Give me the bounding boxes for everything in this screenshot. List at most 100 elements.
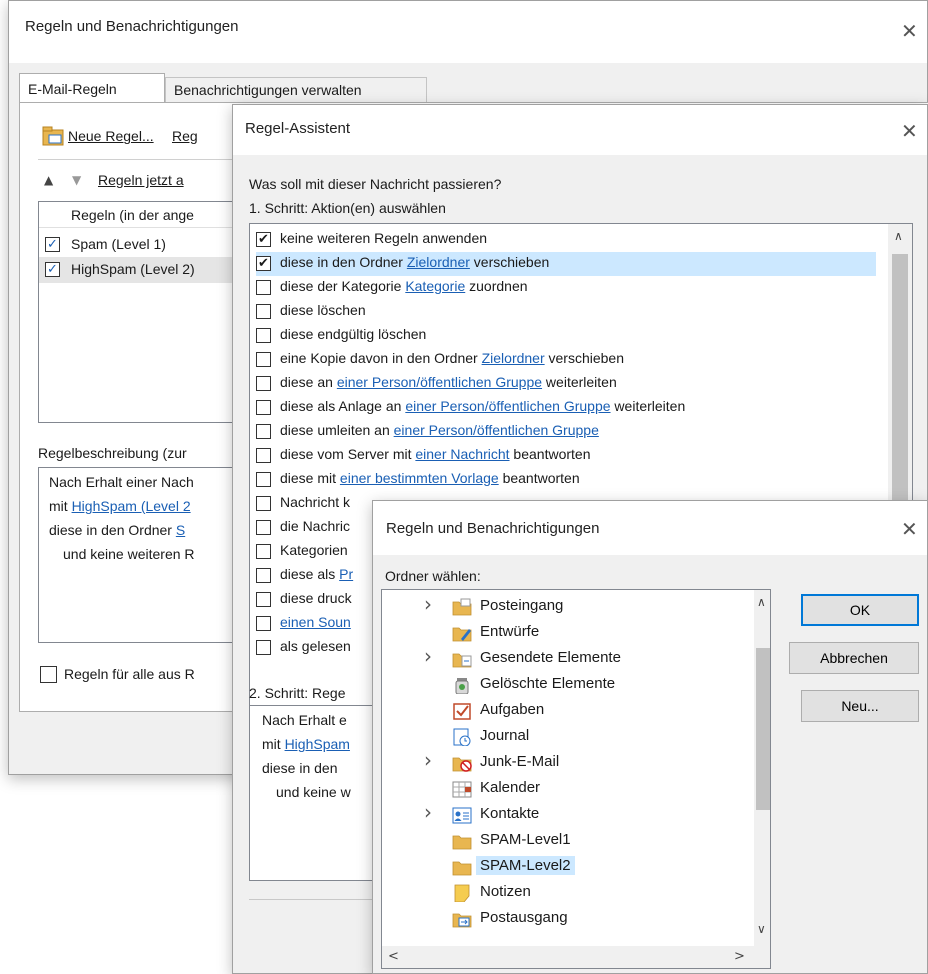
- scroll-up-icon[interactable]: ∧: [757, 595, 766, 609]
- tab-email-rules[interactable]: E-Mail-Regeln: [19, 73, 165, 103]
- folder-name: Posteingang: [480, 597, 564, 614]
- folder-item[interactable]: Entwürfe: [382, 620, 754, 646]
- action-value-link[interactable]: einer Nachricht: [415, 446, 509, 462]
- action-checkbox[interactable]: [256, 352, 271, 367]
- close-icon[interactable]: ✕: [901, 517, 918, 541]
- action-label: einen Soun: [280, 614, 351, 630]
- expand-chevron-icon[interactable]: ›: [424, 800, 432, 824]
- wizard-titlebar: Regel-Assistent ✕: [233, 105, 927, 155]
- action-item[interactable]: diese als Anlage an einer Person/öffentl…: [256, 396, 876, 420]
- folder-item[interactable]: Kalender: [382, 776, 754, 802]
- action-checkbox[interactable]: ✔: [256, 232, 271, 247]
- wizard-title: Regel-Assistent: [245, 120, 351, 137]
- change-rule-button[interactable]: Reg: [172, 128, 198, 144]
- ok-button[interactable]: OK: [801, 594, 919, 626]
- action-value-link[interactable]: einer bestimmten Vorlage: [340, 470, 499, 486]
- action-checkbox[interactable]: [256, 472, 271, 487]
- folder-item[interactable]: Notizen: [382, 880, 754, 906]
- action-value-link[interactable]: einer Person/öffentlichen Gruppe: [394, 422, 599, 438]
- folder-tree-hscrollbar[interactable]: < >: [382, 946, 770, 968]
- calendar-icon: [452, 781, 472, 798]
- scroll-up-icon[interactable]: ∧: [894, 229, 903, 243]
- move-up-icon[interactable]: ▲: [44, 173, 53, 187]
- expand-chevron-icon[interactable]: ›: [424, 748, 432, 772]
- action-value-link[interactable]: Pr: [339, 566, 353, 582]
- rule-condition-link[interactable]: HighSpam (Level 2: [72, 498, 191, 514]
- contacts-icon: [452, 807, 472, 824]
- action-label: diese druck: [280, 590, 352, 606]
- action-checkbox[interactable]: [256, 280, 271, 295]
- action-label: diese löschen: [280, 302, 366, 318]
- action-item[interactable]: diese an einer Person/öffentlichen Grupp…: [256, 372, 876, 396]
- folder-item[interactable]: Gelöschte Elemente: [382, 672, 754, 698]
- action-checkbox[interactable]: [256, 496, 271, 511]
- action-checkbox[interactable]: [256, 448, 271, 463]
- folder-tree-vscrollbar[interactable]: ∧ ∨: [754, 590, 770, 946]
- new-folder-button[interactable]: Neu...: [801, 690, 919, 722]
- action-value-link[interactable]: einer Person/öffentlichen Gruppe: [337, 374, 542, 390]
- action-item[interactable]: diese vom Server mit einer Nachricht bea…: [256, 444, 876, 468]
- folder-item[interactable]: › Junk-E-Mail: [382, 748, 754, 776]
- rules-column-header[interactable]: Regeln (in der ange: [71, 207, 194, 223]
- action-checkbox[interactable]: [256, 640, 271, 655]
- folder-item[interactable]: Journal: [382, 724, 754, 750]
- folder-item[interactable]: SPAM-Level2: [382, 854, 754, 880]
- action-value-link[interactable]: einer Person/öffentlichen Gruppe: [405, 398, 610, 414]
- close-icon[interactable]: ✕: [901, 119, 918, 143]
- action-checkbox[interactable]: [256, 592, 271, 607]
- action-checkbox[interactable]: [256, 424, 271, 439]
- junk-mail-icon: [452, 757, 472, 772]
- folder-item[interactable]: › Posteingang: [382, 592, 754, 620]
- expand-chevron-icon[interactable]: ›: [424, 644, 432, 668]
- action-checkbox[interactable]: [256, 304, 271, 319]
- run-rules-now-button[interactable]: Regeln jetzt a: [98, 172, 184, 188]
- action-item[interactable]: diese endgültig löschen: [256, 324, 876, 348]
- action-value-link[interactable]: Kategorie: [405, 278, 465, 294]
- rule-checkbox[interactable]: ✓: [45, 237, 60, 252]
- action-item[interactable]: ✔ keine weiteren Regeln anwenden: [256, 228, 876, 252]
- action-value-link[interactable]: einen Soun: [280, 614, 351, 630]
- new-rule-button[interactable]: Neue Regel...: [42, 125, 162, 149]
- action-item[interactable]: diese mit einer bestimmten Vorlage beant…: [256, 468, 876, 492]
- scroll-down-icon[interactable]: ∨: [757, 922, 766, 936]
- action-value-link[interactable]: Zielordner: [482, 350, 545, 366]
- rule-checkbox[interactable]: ✓: [45, 262, 60, 277]
- folder-name: Notizen: [480, 883, 531, 900]
- action-checkbox[interactable]: ✔: [256, 256, 271, 271]
- apply-all-checkbox[interactable]: [40, 666, 57, 683]
- folder-name: Junk-E-Mail: [480, 753, 560, 770]
- action-item[interactable]: diese der Kategorie Kategorie zuordnen: [256, 276, 876, 300]
- rule-folder-link[interactable]: S: [176, 522, 185, 538]
- action-checkbox[interactable]: [256, 400, 271, 415]
- action-item[interactable]: ✔ diese in den Ordner Zielordner verschie…: [256, 252, 876, 276]
- action-checkbox[interactable]: [256, 520, 271, 535]
- folder-tree-vscroll-thumb[interactable]: [756, 648, 770, 810]
- tab-manage-notifications[interactable]: Benachrichtigungen verwalten: [165, 77, 427, 103]
- move-down-icon[interactable]: ▼: [72, 173, 81, 187]
- action-item[interactable]: diese umleiten an einer Person/öffentlic…: [256, 420, 876, 444]
- expand-chevron-icon[interactable]: ›: [424, 592, 432, 616]
- action-item[interactable]: eine Kopie davon in den Ordner Zielordne…: [256, 348, 876, 372]
- folder-item[interactable]: › Kontakte: [382, 800, 754, 828]
- wizard-condition-link[interactable]: HighSpam: [285, 736, 350, 752]
- action-value-link[interactable]: Zielordner: [407, 254, 470, 270]
- action-label: diese mit einer bestimmten Vorlage beant…: [280, 470, 580, 486]
- scroll-right-icon[interactable]: >: [734, 949, 745, 964]
- scroll-left-icon[interactable]: <: [388, 949, 399, 964]
- folder-item[interactable]: Aufgaben: [382, 698, 754, 724]
- folder-item[interactable]: Postausgang: [382, 906, 754, 932]
- action-checkbox[interactable]: [256, 616, 271, 631]
- action-checkbox[interactable]: [256, 376, 271, 391]
- action-label: diese als Pr: [280, 566, 354, 582]
- close-icon[interactable]: ✕: [901, 19, 918, 43]
- action-checkbox[interactable]: [256, 544, 271, 559]
- folder-item[interactable]: › Gesendete Elemente: [382, 644, 754, 672]
- action-checkbox[interactable]: [256, 328, 271, 343]
- action-item[interactable]: diese löschen: [256, 300, 876, 324]
- wizard-question: Was soll mit dieser Nachricht passieren?: [249, 176, 502, 192]
- action-label: diese an einer Person/öffentlichen Grupp…: [280, 374, 617, 390]
- cancel-button[interactable]: Abbrechen: [789, 642, 919, 674]
- action-checkbox[interactable]: [256, 568, 271, 583]
- folder-item[interactable]: SPAM-Level1: [382, 828, 754, 854]
- rule-description-line: diese in den Ordner S: [49, 522, 186, 538]
